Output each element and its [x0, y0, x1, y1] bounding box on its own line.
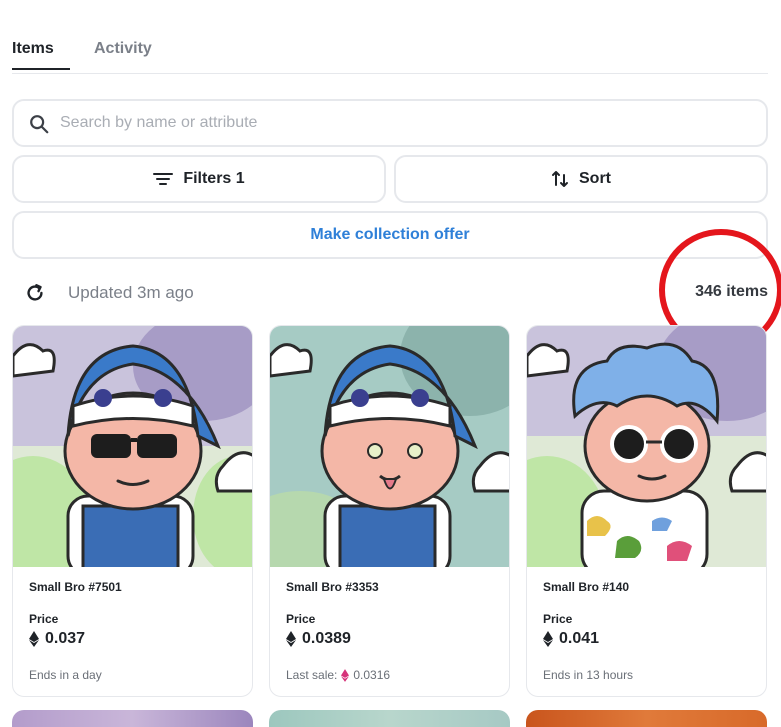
price-label: Price [543, 612, 573, 626]
nft-card-partial[interactable] [526, 710, 767, 727]
filter-lines-icon [153, 173, 174, 185]
nft-card[interactable]: Small Bro #3353 Price 0.0389 Last sale: … [269, 325, 510, 697]
last-sale: Last sale: 0.0316 [286, 668, 390, 682]
refresh-icon[interactable] [24, 282, 46, 304]
price-label: Price [29, 612, 59, 626]
listing-status-text: Ends in 13 hours [543, 668, 634, 682]
price-row: 0.037 [29, 630, 85, 648]
listing-status: Ends in a day [29, 668, 102, 682]
tab-activity[interactable]: Activity [94, 40, 152, 58]
search-box[interactable] [12, 99, 768, 147]
nft-price: 0.0389 [302, 630, 351, 647]
nft-price: 0.037 [45, 630, 86, 647]
search-input[interactable] [60, 111, 740, 135]
sort-arrows-icon [552, 171, 568, 187]
make-collection-offer-button[interactable]: Make collection offer [12, 211, 768, 259]
price-row: 0.041 [543, 630, 599, 648]
nft-image [13, 326, 252, 567]
make-collection-offer-label: Make collection offer [310, 226, 470, 243]
nft-price: 0.041 [559, 630, 600, 647]
eth-icon [341, 668, 350, 682]
nft-card-partial[interactable] [269, 710, 510, 727]
sort-button[interactable]: Sort [394, 155, 768, 203]
eth-icon [29, 631, 39, 647]
tab-items[interactable]: Items [12, 40, 70, 70]
filters-button[interactable]: Filters 1 [12, 155, 386, 203]
nft-card[interactable]: Small Bro #140 Price 0.041 Ends in 13 ho… [526, 325, 767, 697]
updated-timestamp: Updated 3m ago [68, 283, 194, 302]
listing-status-text: Ends in a day [29, 668, 102, 682]
tab-bar: Items Activity [12, 34, 768, 74]
nft-title: Small Bro #3353 [286, 580, 379, 594]
filters-label: Filters 1 [183, 170, 245, 187]
nft-title: Small Bro #140 [543, 580, 630, 594]
last-sale-label: Last sale: [286, 668, 338, 682]
search-icon [30, 115, 49, 134]
price-row: 0.0389 [286, 630, 351, 648]
nft-image [270, 326, 509, 567]
nft-image [527, 326, 766, 567]
nft-card-partial[interactable] [12, 710, 253, 727]
listing-status: Ends in 13 hours [543, 668, 633, 682]
eth-icon [286, 631, 296, 647]
price-label: Price [286, 612, 316, 626]
sort-label: Sort [579, 170, 611, 187]
nft-title: Small Bro #7501 [29, 580, 122, 594]
nft-card[interactable]: Small Bro #7501 Price 0.037 Ends in a da… [12, 325, 253, 697]
last-sale-price: 0.0316 [353, 668, 391, 682]
eth-icon [543, 631, 553, 647]
status-row: Updated 3m ago 346 items [12, 270, 768, 316]
